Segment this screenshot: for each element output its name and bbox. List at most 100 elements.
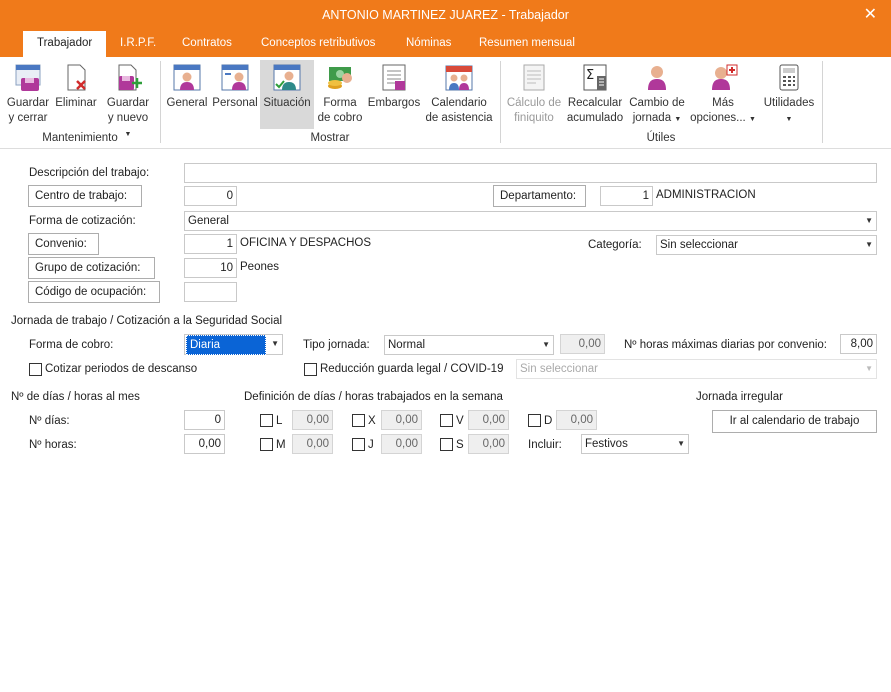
- tab-contratos[interactable]: Contratos: [182, 34, 232, 57]
- eliminar-label: Eliminar: [55, 97, 97, 109]
- calculo-finiquito-button[interactable]: Cálculo de finiquito: [505, 60, 563, 126]
- day-D-label: D: [544, 415, 553, 427]
- cotizar-descanso-label: Cotizar periodos de descanso: [45, 363, 198, 375]
- calendario-asistencia-button[interactable]: Calendario de asistencia: [425, 60, 493, 126]
- day-J-checkbox[interactable]: [352, 438, 365, 451]
- utilidades-button[interactable]: Utilidades ▼: [760, 60, 818, 127]
- num-horas-input[interactable]: 0,00: [184, 434, 225, 454]
- day-V-label: V: [456, 415, 464, 427]
- codigo-ocupacion-button[interactable]: Código de ocupación:: [28, 281, 160, 303]
- money-icon: [328, 67, 352, 89]
- day-X-hours[interactable]: 0,00: [381, 410, 422, 430]
- mas-opciones-button[interactable]: Más opciones... ▼: [690, 60, 756, 127]
- cambio-jornada-button[interactable]: Cambio de jornada ▼: [628, 60, 686, 127]
- day-D-checkbox[interactable]: [528, 414, 541, 427]
- codigo-ocupacion-input[interactable]: [184, 282, 237, 302]
- day-L-checkbox[interactable]: [260, 414, 273, 427]
- forma-cotizacion-select[interactable]: General ▼: [184, 211, 877, 231]
- person-change-icon: [648, 66, 666, 90]
- convenio-input[interactable]: 1: [184, 234, 237, 254]
- reduccion-guarda-select[interactable]: Sin seleccionar ▼: [516, 359, 877, 379]
- grupo-cotizacion-input[interactable]: 10: [184, 258, 237, 278]
- mas-opciones-label-1: Más: [712, 97, 734, 109]
- day-M-checkbox[interactable]: [260, 438, 273, 451]
- calculo-finiquito-label-2: finiquito: [514, 112, 554, 124]
- tab-resumen-mensual[interactable]: Resumen mensual: [479, 34, 575, 57]
- personal-button[interactable]: Personal: [212, 60, 258, 111]
- incluir-select[interactable]: Festivos ▼: [581, 434, 689, 454]
- chevron-down-icon: ▼: [865, 240, 873, 249]
- group-mostrar: Mostrar: [310, 132, 350, 144]
- eliminar-button[interactable]: Eliminar: [54, 60, 98, 111]
- ribbon-separator: [822, 61, 823, 143]
- tab-nominas[interactable]: Nóminas: [406, 34, 451, 57]
- day-S-hours[interactable]: 0,00: [468, 434, 509, 454]
- guardar-nuevo-button[interactable]: Guardar y nuevo ▼: [103, 60, 153, 142]
- grupo-cotizacion-button[interactable]: Grupo de cotización:: [28, 257, 155, 279]
- day-M-hours[interactable]: 0,00: [292, 434, 333, 454]
- svg-text:Σ: Σ: [586, 68, 594, 83]
- recalcular-acumulado-button[interactable]: Σ Recalcular acumulado: [566, 60, 624, 126]
- embargos-label: Embargos: [367, 97, 421, 109]
- max-horas-input[interactable]: 8,00: [840, 334, 877, 354]
- person-card-icon: [221, 64, 249, 91]
- guardar-nuevo-label-2: y nuevo: [107, 112, 149, 124]
- day-D-hours[interactable]: 0,00: [556, 410, 597, 430]
- departamento-input[interactable]: 1: [600, 186, 653, 206]
- convenio-name: OFICINA Y DESPACHOS: [240, 237, 372, 249]
- day-S-label: S: [456, 439, 464, 451]
- recalcular-label-1: Recalcular: [567, 97, 623, 109]
- chevron-down-icon: ▼: [677, 439, 685, 448]
- calendario-trabajo-button[interactable]: Ir al calendario de trabajo: [712, 410, 877, 433]
- day-J-label: J: [368, 439, 374, 451]
- ribbon-separator: [500, 61, 501, 143]
- convenio-button[interactable]: Convenio:: [28, 233, 99, 255]
- forma-cobro-label: Forma de cobro:: [29, 339, 114, 351]
- forma-cotizacion-label: Forma de cotización:: [29, 215, 136, 227]
- tipo-jornada-select[interactable]: Normal ▼: [384, 335, 554, 355]
- recalcular-label-2: acumulado: [566, 112, 624, 124]
- utilidades-label: Utilidades: [763, 97, 815, 109]
- incluir-value: Festivos: [585, 438, 628, 450]
- embargos-button[interactable]: Embargos: [366, 60, 422, 111]
- save-close-icon: [15, 64, 41, 91]
- tab-trabajador[interactable]: Trabajador: [23, 31, 107, 57]
- tab-irpf[interactable]: I.R.P.F.: [120, 34, 156, 57]
- day-X-checkbox[interactable]: [352, 414, 365, 427]
- cotizar-descanso-checkbox[interactable]: [29, 363, 42, 376]
- reduccion-guarda-checkbox[interactable]: [304, 363, 317, 376]
- ribbon: Guardar y cerrar Eliminar Guardar y nuev…: [0, 57, 891, 149]
- close-icon[interactable]: ✕: [864, 4, 877, 24]
- tipo-jornada-number[interactable]: 0,00: [560, 334, 605, 354]
- day-V-hours[interactable]: 0,00: [468, 410, 509, 430]
- day-L-hours[interactable]: 0,00: [292, 410, 333, 430]
- situacion-button[interactable]: Situación: [260, 60, 314, 129]
- day-S-checkbox[interactable]: [440, 438, 453, 451]
- day-V-checkbox[interactable]: [440, 414, 453, 427]
- situacion-label: Situación: [263, 97, 311, 109]
- centro-trabajo-input[interactable]: 0: [184, 186, 237, 206]
- calendar-people-icon: [445, 65, 473, 91]
- calendario-label-2: de asistencia: [425, 112, 493, 124]
- categoria-select[interactable]: Sin seleccionar ▼: [656, 235, 877, 255]
- forma-cobro-label-1: Forma: [323, 97, 357, 109]
- max-horas-label: Nº horas máximas diarias por convenio:: [624, 339, 827, 351]
- general-button[interactable]: General: [166, 60, 208, 111]
- forma-cobro-select[interactable]: Diaria ▼: [184, 334, 283, 355]
- forma-cobro-button[interactable]: Forma de cobro: [316, 60, 364, 126]
- centro-trabajo-button[interactable]: Centro de trabajo:: [28, 185, 142, 207]
- departamento-button[interactable]: Departamento:: [493, 185, 586, 207]
- title-bar: ANTONIO MARTINEZ JUAREZ - Trabajador ✕ T…: [0, 0, 891, 57]
- num-dias-label: Nº días:: [29, 415, 70, 427]
- chevron-down-icon: ▼: [542, 340, 550, 349]
- categoria-label: Categoría:: [588, 239, 642, 251]
- incluir-label: Incluir:: [528, 439, 562, 451]
- tab-conceptos-retributivos[interactable]: Conceptos retributivos: [261, 34, 375, 57]
- guardar-cerrar-button[interactable]: Guardar y cerrar: [4, 60, 52, 126]
- day-J-hours[interactable]: 0,00: [381, 434, 422, 454]
- calculator-icon: [779, 64, 799, 91]
- guardar-nuevo-label-1: Guardar: [106, 97, 150, 109]
- descripcion-input[interactable]: [184, 163, 877, 183]
- num-dias-input[interactable]: 0: [184, 410, 225, 430]
- definicion-section-title: Definición de días / horas trabajados en…: [244, 391, 503, 403]
